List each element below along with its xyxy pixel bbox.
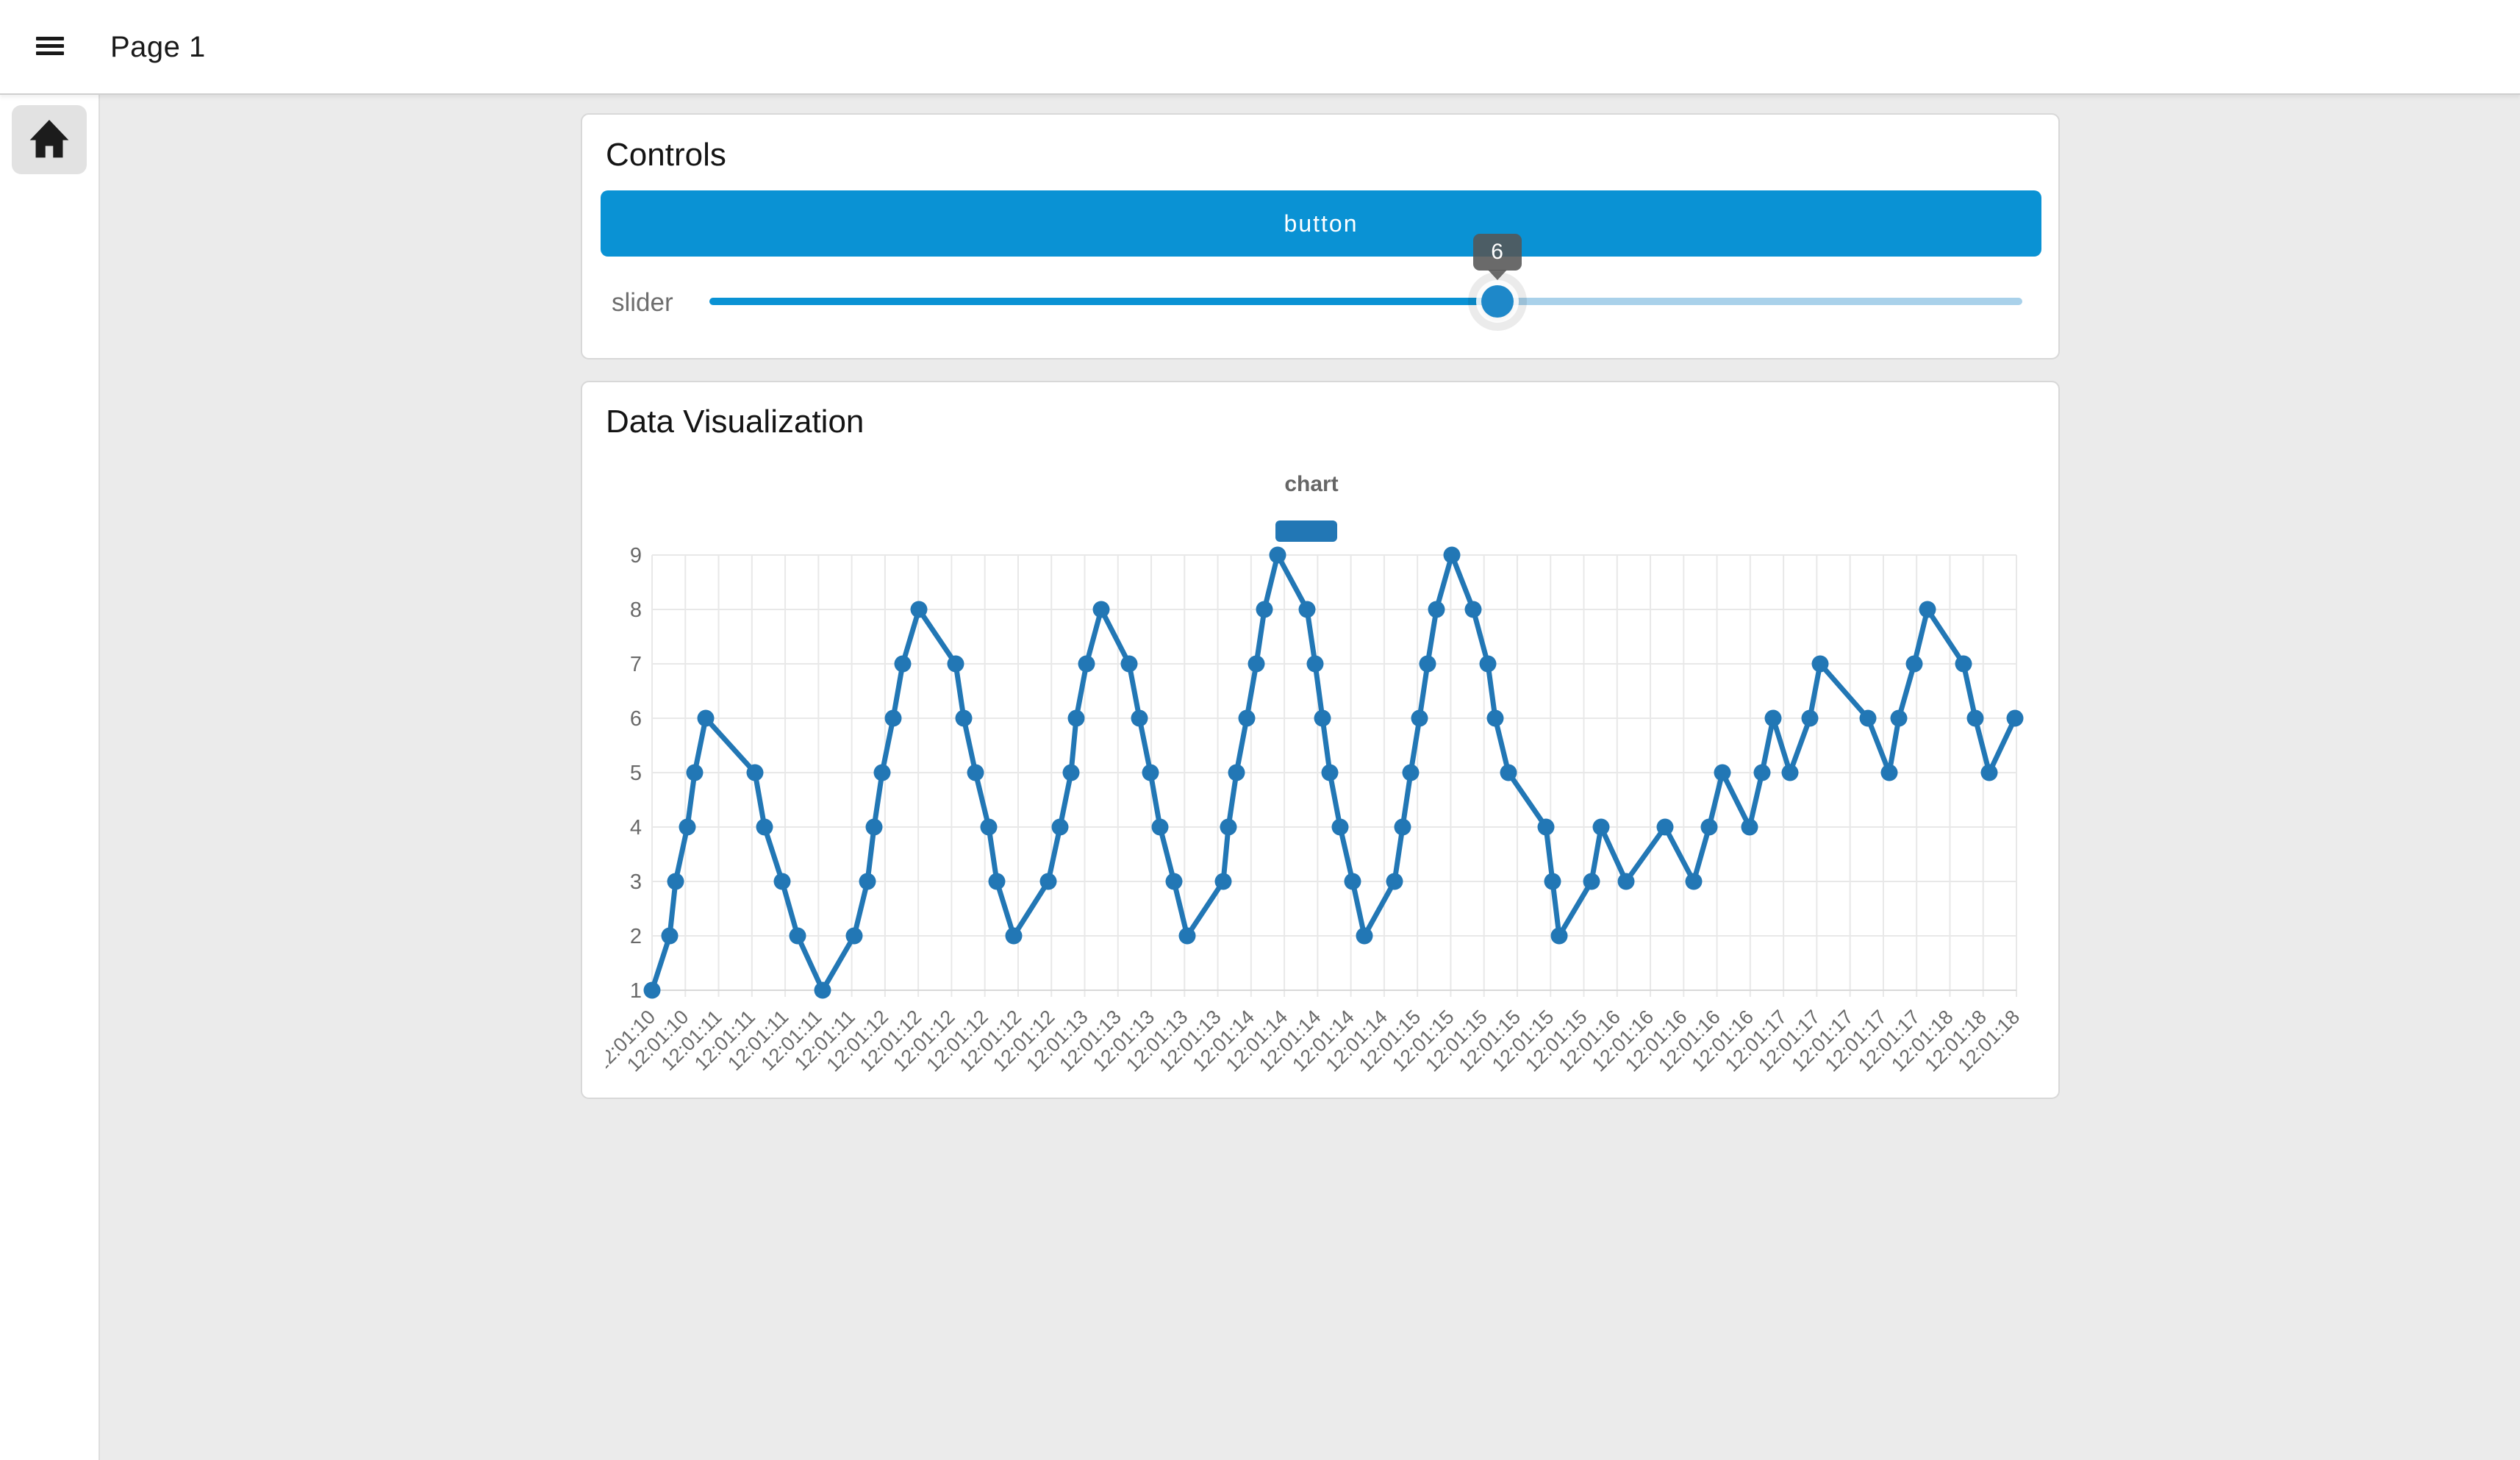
line-chart-canvas[interactable]: 12:01:1012:01:1012:01:1112:01:1112:01:11… <box>606 465 2039 1098</box>
svg-text:3: 3 <box>630 870 642 894</box>
action-button[interactable]: button <box>601 190 2041 257</box>
data-visualization-card: Data Visualization 12:01:1012:01:1012:01… <box>581 381 2060 1099</box>
svg-text:4: 4 <box>630 816 642 840</box>
sidebar <box>0 93 100 1460</box>
chart-title: chart <box>1284 472 1338 496</box>
svg-text:1: 1 <box>630 979 642 1003</box>
sidebar-item-home[interactable] <box>12 105 87 174</box>
legend-swatch <box>1275 520 1337 542</box>
controls-card: Controls button slider 6 <box>581 113 2060 359</box>
slider-fill <box>709 298 1497 305</box>
app-header: Page 1 <box>0 0 2520 95</box>
slider[interactable]: 6 <box>709 298 2022 305</box>
y-axis-labels: 1 2 3 4 5 6 7 8 9 <box>630 544 642 1003</box>
slider-handle[interactable]: 6 <box>1481 285 1514 318</box>
x-axis-labels: 12:01:1012:01:1012:01:1112:01:1112:01:11… <box>606 1006 2024 1076</box>
menu-icon[interactable] <box>36 37 64 56</box>
svg-text:8: 8 <box>630 598 642 622</box>
page-title: Page 1 <box>110 31 206 64</box>
controls-heading: Controls <box>606 137 726 173</box>
svg-text:2: 2 <box>630 925 642 948</box>
svg-text:7: 7 <box>630 653 642 676</box>
slider-label: slider <box>612 288 673 318</box>
svg-text:9: 9 <box>630 544 642 568</box>
svg-text:5: 5 <box>630 762 642 785</box>
svg-text:6: 6 <box>630 707 642 731</box>
slider-value-tooltip: 6 <box>1473 234 1522 271</box>
visualization-heading: Data Visualization <box>606 404 864 440</box>
home-icon <box>26 117 73 163</box>
